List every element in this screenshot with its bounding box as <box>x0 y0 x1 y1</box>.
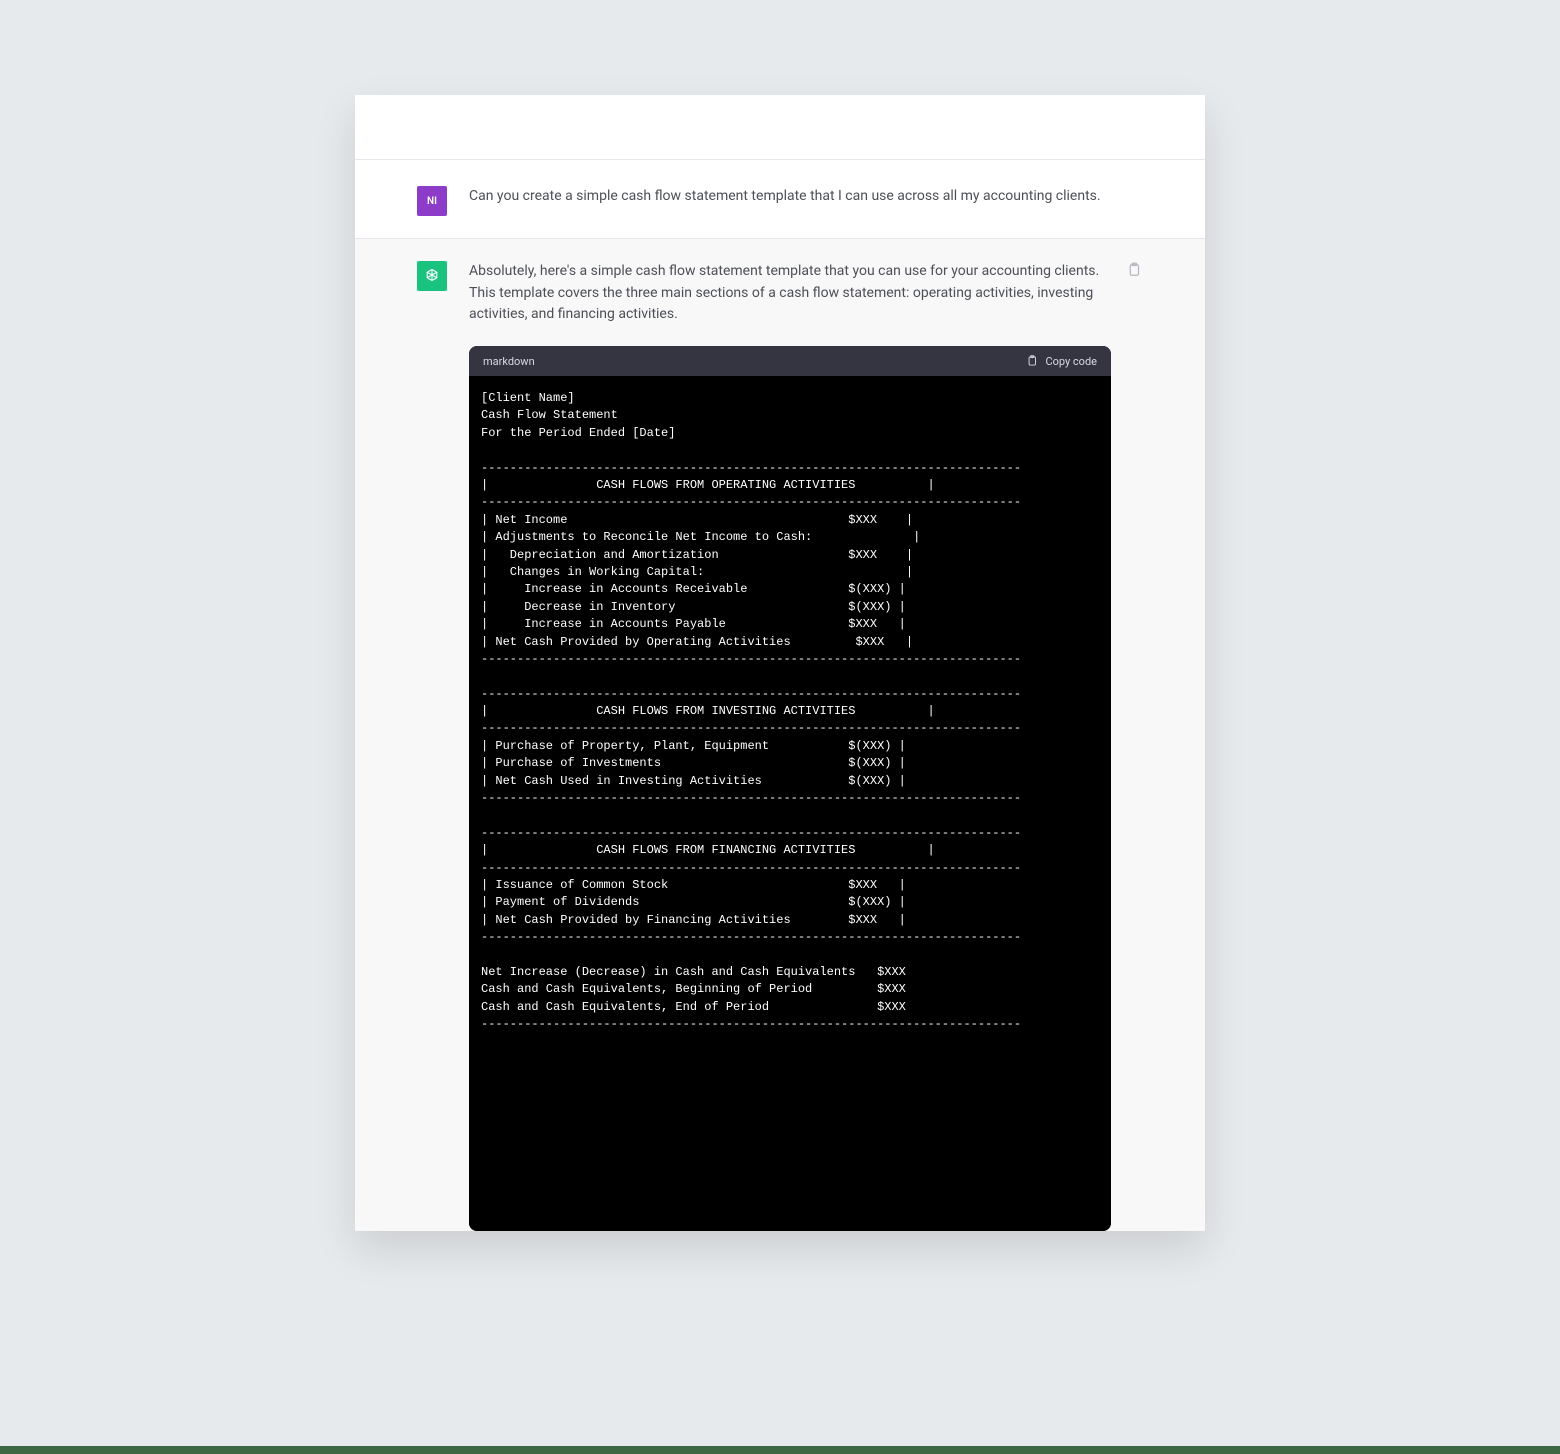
code-block-header: markdown Copy code <box>469 346 1111 376</box>
clipboard-icon <box>1025 354 1039 368</box>
code-language-label: markdown <box>483 355 535 368</box>
code-body[interactable]: [Client Name] Cash Flow Statement For th… <box>469 376 1111 1231</box>
message-actions <box>1125 261 1143 279</box>
openai-logo-icon <box>422 266 442 286</box>
user-message-row: NI Can you create a simple cash flow sta… <box>355 159 1205 238</box>
assistant-message-body: Absolutely, here's a simple cash flow st… <box>469 261 1111 1231</box>
user-message-text: Can you create a simple cash flow statem… <box>469 186 1143 208</box>
user-avatar: NI <box>417 186 447 216</box>
user-message-body: Can you create a simple cash flow statem… <box>469 186 1143 208</box>
copy-code-label: Copy code <box>1045 355 1097 368</box>
clipboard-icon[interactable] <box>1125 261 1143 279</box>
assistant-avatar <box>417 261 447 291</box>
top-spacer <box>355 95 1205 159</box>
copy-code-button[interactable]: Copy code <box>1025 354 1097 368</box>
user-avatar-initials: NI <box>427 196 437 207</box>
footer-strip <box>0 1446 1560 1454</box>
assistant-intro-text: Absolutely, here's a simple cash flow st… <box>469 261 1111 326</box>
chat-card: NI Can you create a simple cash flow sta… <box>355 95 1205 1231</box>
assistant-message-row: Absolutely, here's a simple cash flow st… <box>355 238 1205 1231</box>
code-block: markdown Copy code [Client Name] Cash Fl… <box>469 346 1111 1231</box>
